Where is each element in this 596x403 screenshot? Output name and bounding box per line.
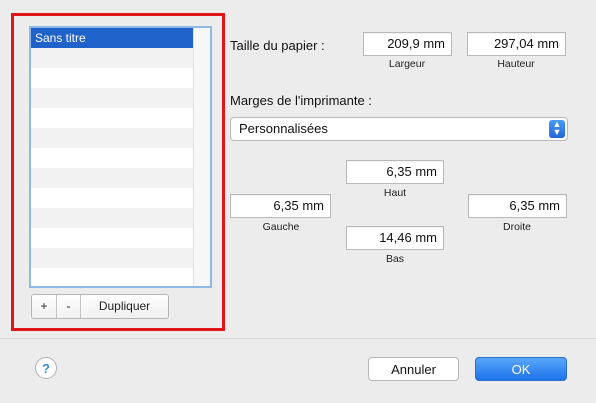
margin-top-field[interactable]: 6,35 mm xyxy=(346,160,444,184)
list-item-empty xyxy=(31,208,194,228)
margin-bottom-caption: Bas xyxy=(385,253,405,265)
chevron-updown-icon: ▲ ▼ xyxy=(549,120,565,138)
paper-width-field[interactable]: 209,9 mm xyxy=(363,32,452,56)
paper-size-label: Taille du papier : xyxy=(230,38,325,53)
footer-divider xyxy=(0,338,596,339)
ok-button[interactable]: OK xyxy=(475,357,567,381)
margin-left-field[interactable]: 6,35 mm xyxy=(230,194,331,218)
preset-rows: Sans titre xyxy=(31,28,194,286)
list-actions: + - Dupliquer xyxy=(31,294,169,319)
paper-width-caption: Largeur xyxy=(388,58,426,70)
list-item-empty xyxy=(31,268,194,286)
margin-right-field[interactable]: 6,35 mm xyxy=(468,194,567,218)
list-item-empty xyxy=(31,168,194,188)
duplicate-preset-button[interactable]: Dupliquer xyxy=(80,295,168,318)
list-item-empty xyxy=(31,88,194,108)
add-preset-button[interactable]: + xyxy=(32,295,56,318)
margin-right-caption: Droite xyxy=(502,221,531,233)
list-item-empty xyxy=(31,188,194,208)
list-item-empty xyxy=(31,148,194,168)
preset-list[interactable]: Sans titre xyxy=(29,26,212,288)
list-item-empty xyxy=(31,48,194,68)
help-button[interactable]: ? xyxy=(35,357,57,379)
list-item-empty xyxy=(31,228,194,248)
list-item-empty xyxy=(31,68,194,88)
margins-select[interactable]: Personnalisées ▲ ▼ xyxy=(230,117,568,141)
list-item-empty xyxy=(31,128,194,148)
list-item[interactable]: Sans titre xyxy=(31,28,194,48)
margin-bottom-field[interactable]: 14,46 mm xyxy=(346,226,444,250)
margin-left-caption: Gauche xyxy=(262,221,300,233)
list-item-empty xyxy=(31,108,194,128)
remove-preset-button[interactable]: - xyxy=(56,295,80,318)
printer-margins-label: Marges de l'imprimante : xyxy=(230,93,372,108)
list-item-empty xyxy=(31,248,194,268)
list-scrollbar[interactable] xyxy=(193,28,210,286)
paper-height-field[interactable]: 297,04 mm xyxy=(467,32,566,56)
cancel-button[interactable]: Annuler xyxy=(368,357,459,381)
paper-height-caption: Hauteur xyxy=(497,58,535,70)
margins-select-value: Personnalisées xyxy=(239,121,328,136)
margin-top-caption: Haut xyxy=(383,187,407,199)
